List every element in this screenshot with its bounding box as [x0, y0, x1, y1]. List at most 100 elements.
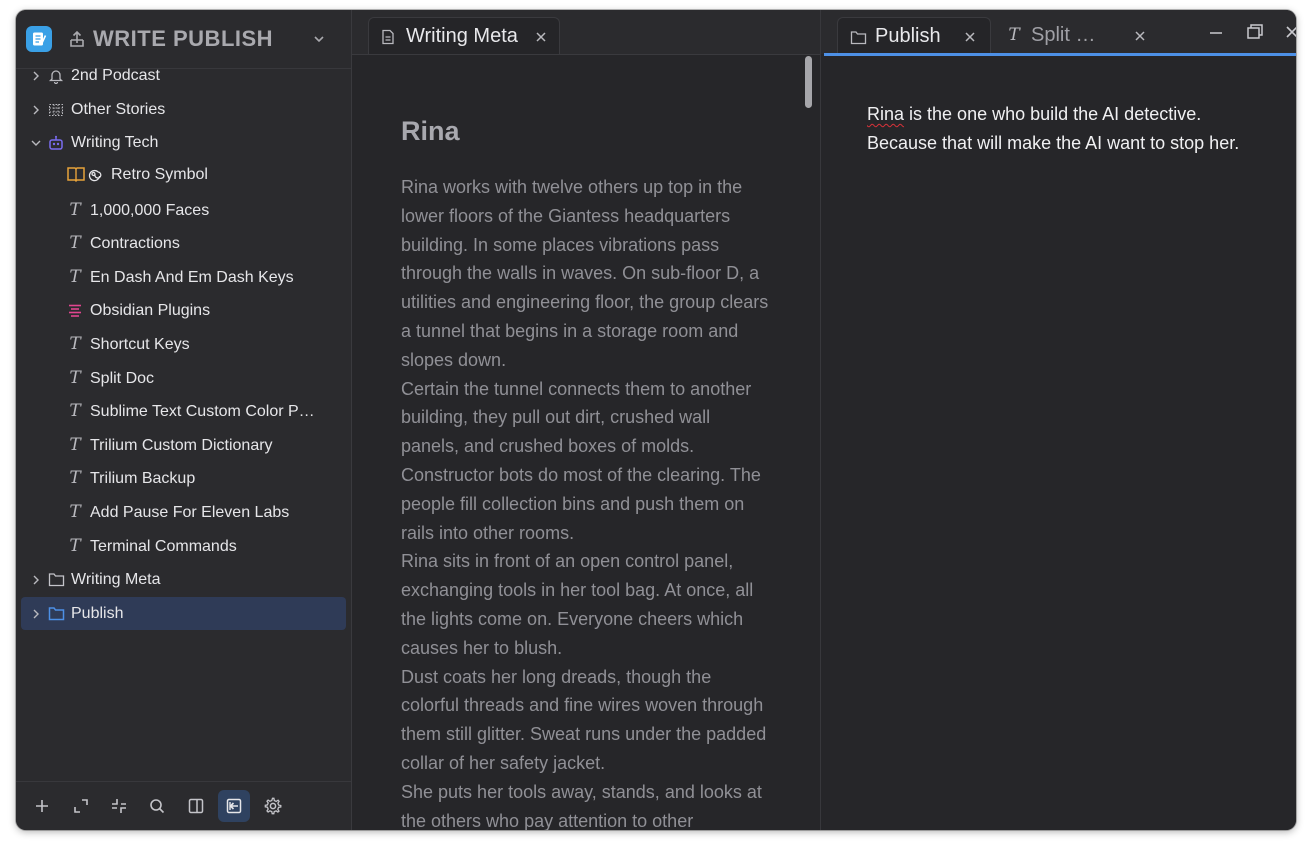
tab-label: Publish — [875, 25, 941, 47]
chevron-right-icon[interactable] — [30, 70, 42, 82]
tree-item-label: Trilium Backup — [90, 470, 196, 487]
left-pane: Writing Meta Rina Rina works with twelve… — [352, 10, 821, 830]
tree-item[interactable]: T Shortcut Keys — [21, 328, 346, 361]
tree-item[interactable]: 2nd Podcast — [21, 59, 346, 92]
misspelled-word[interactable]: Rina — [867, 104, 904, 124]
workspace-title[interactable]: WRITE PUBLISH — [93, 26, 273, 52]
text-note-icon: T — [69, 435, 81, 455]
paragraph: Rina sits in front of an open control pa… — [401, 551, 754, 658]
tree-item[interactable]: Publish — [21, 597, 346, 630]
split-panel-button[interactable] — [180, 790, 212, 822]
tree-item-label: Writing Meta — [71, 571, 161, 588]
document-icon — [382, 29, 394, 45]
tree-item[interactable]: T Split Doc — [21, 362, 346, 395]
tree-item-label: Split Doc — [90, 370, 155, 387]
close-icon[interactable] — [535, 31, 547, 43]
folder-icon — [48, 572, 65, 587]
tree-item-label: Add Pause For Eleven Labs — [90, 504, 290, 521]
tree-item[interactable]: Writing Meta — [21, 563, 346, 596]
tree-item-label: Shortcut Keys — [90, 336, 190, 353]
tab-label: Split … — [1031, 24, 1096, 46]
folder-icon — [48, 606, 65, 621]
close-icon[interactable] — [964, 31, 976, 43]
add-button[interactable] — [26, 790, 58, 822]
paragraph: Dust coats her long dreads, though the c… — [401, 666, 767, 773]
tree-item[interactable]: T Add Pause For Eleven Labs — [21, 496, 346, 529]
book-spiral-icon — [67, 165, 103, 183]
tree-item[interactable]: Writing Tech — [21, 126, 346, 159]
bell-icon — [48, 68, 64, 85]
tree-item[interactable]: T Trilium Backup — [21, 462, 346, 495]
tree-item[interactable]: Retro Symbol — [21, 158, 346, 191]
notes-icon — [33, 32, 47, 46]
tree-item-label: Terminal Commands — [90, 538, 237, 555]
right-tab-bar: Publish T Split … — [821, 10, 1296, 55]
tree-item[interactable]: T Trilium Custom Dictionary — [21, 429, 346, 462]
robot-icon — [48, 135, 64, 151]
tree-item-label: Retro Symbol — [111, 166, 208, 183]
tree-item[interactable]: T Sublime Text Custom Color P… — [21, 395, 346, 428]
text-note-icon: T — [69, 502, 81, 522]
tree-item-label: Other Stories — [71, 101, 166, 118]
tree-item-label: Contractions — [90, 235, 180, 252]
text-note-icon: T — [69, 267, 81, 287]
left-tab-bar: Writing Meta — [352, 10, 820, 55]
close-icon[interactable] — [1134, 30, 1146, 42]
text-note-icon: T — [69, 401, 81, 421]
chevron-right-icon[interactable] — [30, 608, 42, 620]
sidebar: WRITE PUBLISH 2nd Podcast Other Stories Wr… — [16, 10, 352, 830]
close-window-icon[interactable] — [1282, 22, 1296, 42]
note-line: Rina is the one who build the AI detecti… — [867, 100, 1277, 129]
right-pane: Publish T Split … Rina is the one who bu… — [821, 10, 1296, 830]
expand-icon — [74, 799, 88, 813]
scrollbar-thumb[interactable] — [805, 56, 812, 108]
text-note-icon: T — [69, 233, 81, 253]
app-logo[interactable] — [26, 26, 52, 52]
document-content[interactable]: Rina Rina works with twelve others up to… — [401, 115, 771, 830]
minimize-icon[interactable] — [1206, 22, 1226, 42]
paragraph: She puts her tools away, stands, and loo… — [401, 781, 762, 830]
hoisted-workspace-icon — [70, 30, 84, 47]
chevron-down-icon[interactable] — [312, 32, 326, 46]
tab-writing-meta[interactable]: Writing Meta — [368, 17, 560, 55]
text-note-icon: T — [69, 536, 81, 556]
document-title: Rina — [401, 116, 460, 146]
tab-divider — [352, 54, 820, 55]
tree-item[interactable]: Other Stories — [21, 93, 346, 126]
tree-item[interactable]: T Contractions — [21, 227, 346, 260]
list-icon — [67, 303, 83, 319]
text-note-icon: T — [1008, 25, 1020, 45]
tree-item-label: Sublime Text Custom Color P… — [90, 403, 315, 420]
hoist-button[interactable] — [218, 790, 250, 822]
folder-icon — [850, 31, 867, 45]
text-note-icon: T — [69, 468, 81, 488]
chevron-right-icon[interactable] — [30, 104, 42, 116]
gear-button[interactable] — [257, 790, 289, 822]
collapse-button[interactable] — [103, 790, 135, 822]
restore-icon[interactable] — [1245, 22, 1265, 42]
tab-label: Writing Meta — [406, 25, 518, 47]
tree-item-label: 2nd Podcast — [71, 67, 160, 84]
search-icon — [150, 799, 165, 814]
search-button[interactable] — [141, 790, 173, 822]
tree-item-label: Publish — [71, 605, 124, 622]
sidebar-footer — [16, 781, 351, 830]
grid-icon — [48, 102, 64, 118]
text-note-icon: T — [69, 334, 81, 354]
note-line: Because that will make the AI want to st… — [867, 133, 1240, 153]
tab-publish[interactable]: Publish — [837, 17, 991, 55]
chevron-right-icon[interactable] — [30, 574, 42, 586]
paragraph: Certain the tunnel connects them to anot… — [401, 378, 761, 543]
tree-item-label: 1,000,000 Faces — [90, 202, 210, 219]
tree-item[interactable]: T En Dash And Em Dash Keys — [21, 261, 346, 294]
chevron-down-icon[interactable] — [30, 137, 42, 149]
expand-button[interactable] — [65, 790, 97, 822]
split-panel-icon — [188, 798, 204, 814]
tree-item[interactable]: Obsidian Plugins — [21, 294, 346, 327]
tree-item[interactable]: T Terminal Commands — [21, 530, 346, 563]
tab-split[interactable]: T Split … — [991, 17, 1145, 54]
tree-item[interactable]: T 1,000,000 Faces — [21, 194, 346, 227]
paragraph: Rina works with twelve others up top in … — [401, 177, 769, 370]
note-content[interactable]: Rina is the one who build the AI detecti… — [867, 100, 1277, 158]
app-window: WRITE PUBLISH 2nd Podcast Other Stories Wr… — [16, 10, 1296, 830]
